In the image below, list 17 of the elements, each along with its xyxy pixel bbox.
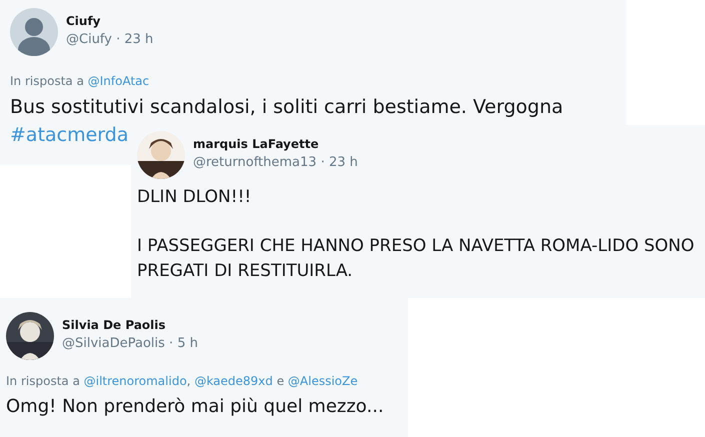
user-name[interactable]: Silvia De Paolis	[62, 318, 198, 332]
mention-link[interactable]: @kaede89xd	[194, 374, 273, 388]
user-name[interactable]: marquis LaFayette	[193, 137, 358, 151]
tweet-text: Omg! Non prenderò mai più quel mezzo...	[6, 395, 385, 419]
avatar-icon[interactable]	[10, 8, 58, 56]
user-handle: @SilviaDePaolis · 5 h	[62, 336, 198, 351]
user-name[interactable]: Ciufy	[66, 14, 154, 28]
tweet-text: DLIN DLON!!!	[137, 186, 252, 209]
reply-line: In risposta a @iltrenoromalido, @kaede89xd e @AlessioZe	[6, 374, 359, 388]
reply-line: In risposta a @InfoAtac	[10, 74, 150, 88]
mention-link[interactable]: @InfoAtac	[88, 74, 150, 88]
tweet-text: I PASSEGGERI CHE HANNO PRESO LA NAVETTA ROMA-LIDO SONO PREGATI DI RESTITUIRLA.	[137, 235, 696, 283]
mention-link[interactable]: @AlessioZe	[288, 374, 358, 388]
user-handle: @Ciufy · 23 h	[66, 32, 154, 47]
user-handle: @returnofthema13 · 23 h	[193, 155, 358, 170]
mention-link[interactable]: #atacmerda	[10, 124, 128, 146]
mention-link[interactable]: @iltrenoromalido	[84, 374, 187, 388]
